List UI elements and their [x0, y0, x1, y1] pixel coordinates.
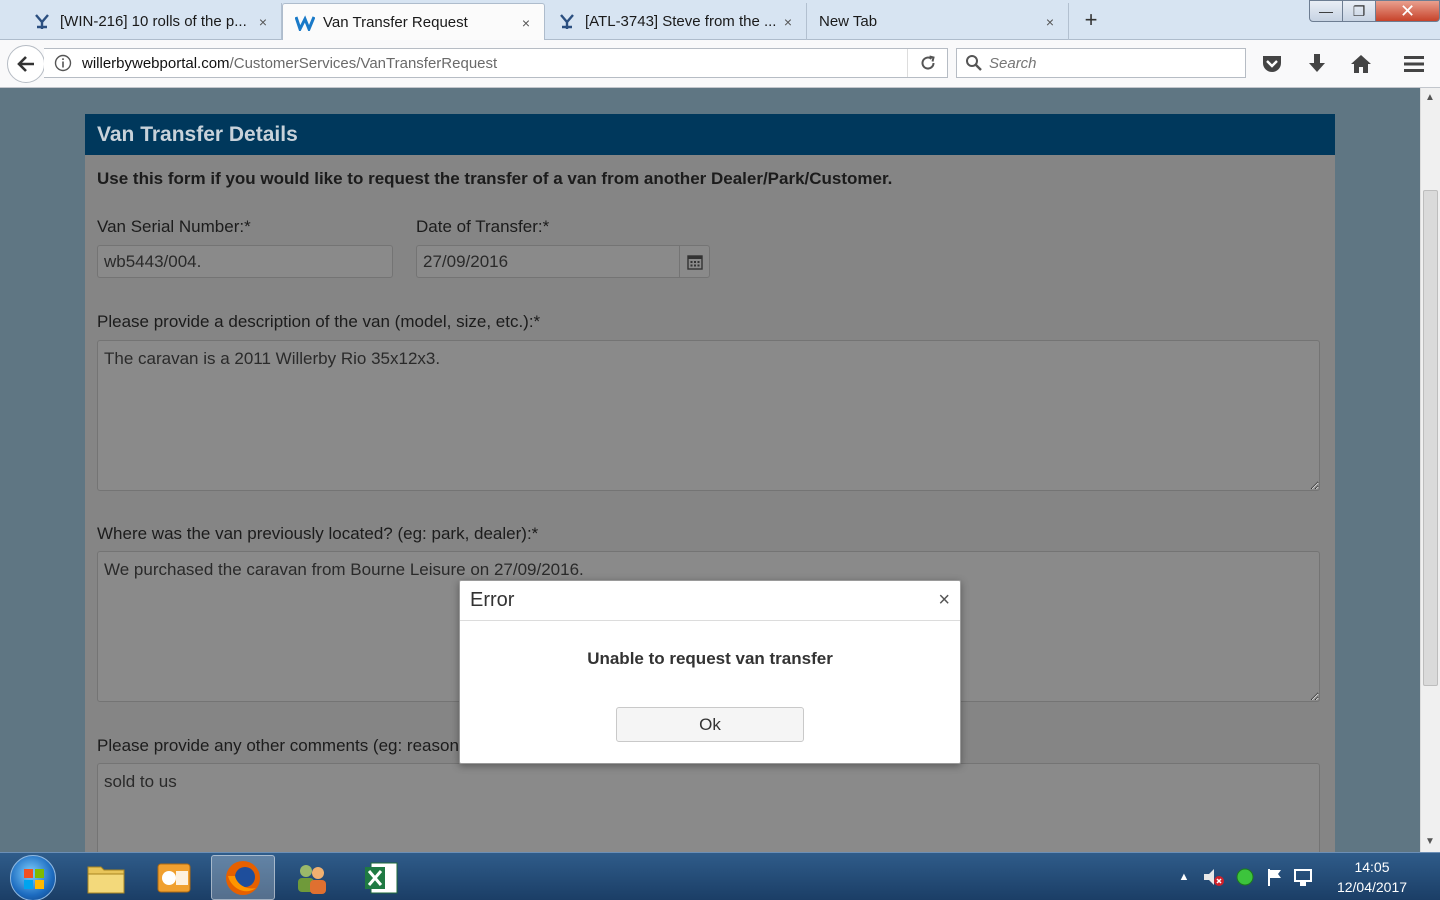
search-bar[interactable]	[956, 48, 1246, 78]
comments-label: Please provide any other comments (eg: r…	[97, 736, 459, 755]
tab-win-216[interactable]: [WIN-216] 10 rolls of the p... ×	[20, 3, 282, 40]
tab-label: [ATL-3743] Steve from the ...	[585, 13, 777, 30]
excel-taskbar-button[interactable]	[349, 855, 413, 900]
search-icon	[966, 55, 982, 71]
date-label: Date of Transfer:*	[416, 217, 550, 236]
taskbar-clock[interactable]: 14:05 12/04/2017	[1322, 857, 1422, 897]
page-scrollbar[interactable]: ▲ ▼	[1420, 88, 1440, 852]
outlook-taskbar-button[interactable]	[142, 855, 206, 900]
users-taskbar-button[interactable]	[280, 855, 344, 900]
url-path: /CustomerServices/VanTransferRequest	[229, 54, 498, 72]
close-window-button[interactable]: ✕	[1375, 0, 1440, 22]
back-arrow-icon	[17, 56, 34, 72]
taskbar: ▲ 14:05 12/04/2017	[0, 852, 1440, 900]
outlook-icon	[157, 863, 191, 892]
tab-atl-3743[interactable]: [ATL-3743] Steve from the ... ×	[545, 3, 807, 40]
clock-date: 12/04/2017	[1336, 879, 1408, 895]
willerby-icon	[295, 13, 315, 33]
url-domain: willerbywebportal.com	[82, 54, 230, 72]
jira-icon	[557, 12, 577, 32]
explorer-taskbar-button[interactable]	[74, 855, 138, 900]
url-bar[interactable]: willerbywebportal.com/CustomerServices/V…	[44, 48, 948, 78]
new-tab-button[interactable]: +	[1078, 6, 1104, 34]
description-label: Please provide a description of the van …	[97, 312, 541, 331]
error-dialog: Error × Unable to request van transfer O…	[459, 580, 961, 764]
close-icon[interactable]: ×	[938, 589, 950, 612]
status-green-icon[interactable]	[1234, 866, 1256, 888]
close-tab-icon[interactable]: ×	[518, 15, 534, 31]
minimize-button[interactable]: —	[1309, 0, 1343, 22]
date-of-transfer-input[interactable]	[416, 245, 680, 278]
action-center-flag-icon[interactable]	[1264, 866, 1286, 888]
tab-new-tab[interactable]: New Tab ×	[807, 3, 1069, 40]
close-tab-icon[interactable]: ×	[780, 14, 796, 30]
back-button[interactable]	[7, 45, 45, 83]
reload-icon	[921, 55, 935, 70]
network-icon[interactable]	[1292, 866, 1316, 888]
menu-icon[interactable]	[1402, 52, 1426, 76]
tab-label: [WIN-216] 10 rolls of the p...	[60, 13, 247, 30]
users-icon	[298, 864, 326, 894]
search-input[interactable]	[989, 54, 1229, 72]
show-hidden-icons-icon[interactable]: ▲	[1174, 871, 1194, 883]
downloads-icon[interactable]	[1305, 52, 1329, 76]
nav-bar: willerbywebportal.com/CustomerServices/V…	[0, 40, 1440, 88]
home-icon[interactable]	[1349, 52, 1373, 76]
form-header: Van Transfer Details	[85, 114, 1335, 155]
url-text[interactable]: willerbywebportal.com/CustomerServices/V…	[82, 55, 907, 72]
description-textarea[interactable]: The caravan is a 2011 Willerby Rio 35x12…	[97, 340, 1320, 491]
reload-button[interactable]	[907, 49, 947, 77]
tab-label: New Tab	[819, 13, 878, 30]
folder-icon	[87, 866, 125, 893]
firefox-taskbar-button[interactable]	[211, 855, 275, 900]
dialog-title: Error	[470, 589, 515, 611]
dialog-message: Unable to request van transfer	[587, 649, 833, 668]
maximize-button[interactable]: ❐	[1342, 0, 1376, 22]
tab-strip: [WIN-216] 10 rolls of the p... × Van Tra…	[0, 0, 1440, 41]
firefox-icon	[226, 860, 260, 895]
serial-number-input[interactable]	[97, 245, 393, 278]
calendar-icon	[686, 254, 703, 270]
windows-logo-icon	[24, 869, 44, 889]
form-intro: Use this form if you would like to reque…	[97, 169, 893, 188]
location-label: Where was the van previously located? (e…	[97, 524, 539, 543]
system-tray: ▲	[1174, 853, 1316, 900]
scrollbar-thumb[interactable]	[1423, 190, 1438, 686]
serial-label: Van Serial Number:*	[97, 217, 251, 236]
comments-textarea[interactable]: sold to us	[97, 763, 1320, 852]
volume-muted-icon[interactable]	[1202, 866, 1226, 888]
scroll-down-icon[interactable]: ▼	[1425, 836, 1435, 847]
pocket-icon[interactable]	[1260, 52, 1284, 76]
tab-label: Van Transfer Request	[323, 14, 468, 31]
jira-icon	[32, 12, 52, 32]
close-tab-icon[interactable]: ×	[255, 14, 271, 30]
close-tab-icon[interactable]: ×	[1042, 14, 1058, 30]
tab-van-transfer-request[interactable]: Van Transfer Request ×	[282, 3, 545, 41]
calendar-button[interactable]	[679, 245, 710, 278]
clock-time: 14:05	[1354, 859, 1390, 875]
scroll-up-icon[interactable]: ▲	[1425, 92, 1435, 103]
excel-icon	[365, 862, 398, 893]
dialog-header: Error ×	[460, 581, 960, 621]
ok-button[interactable]: Ok	[616, 707, 804, 742]
start-button[interactable]	[10, 855, 56, 900]
site-info-icon[interactable]	[44, 54, 82, 72]
